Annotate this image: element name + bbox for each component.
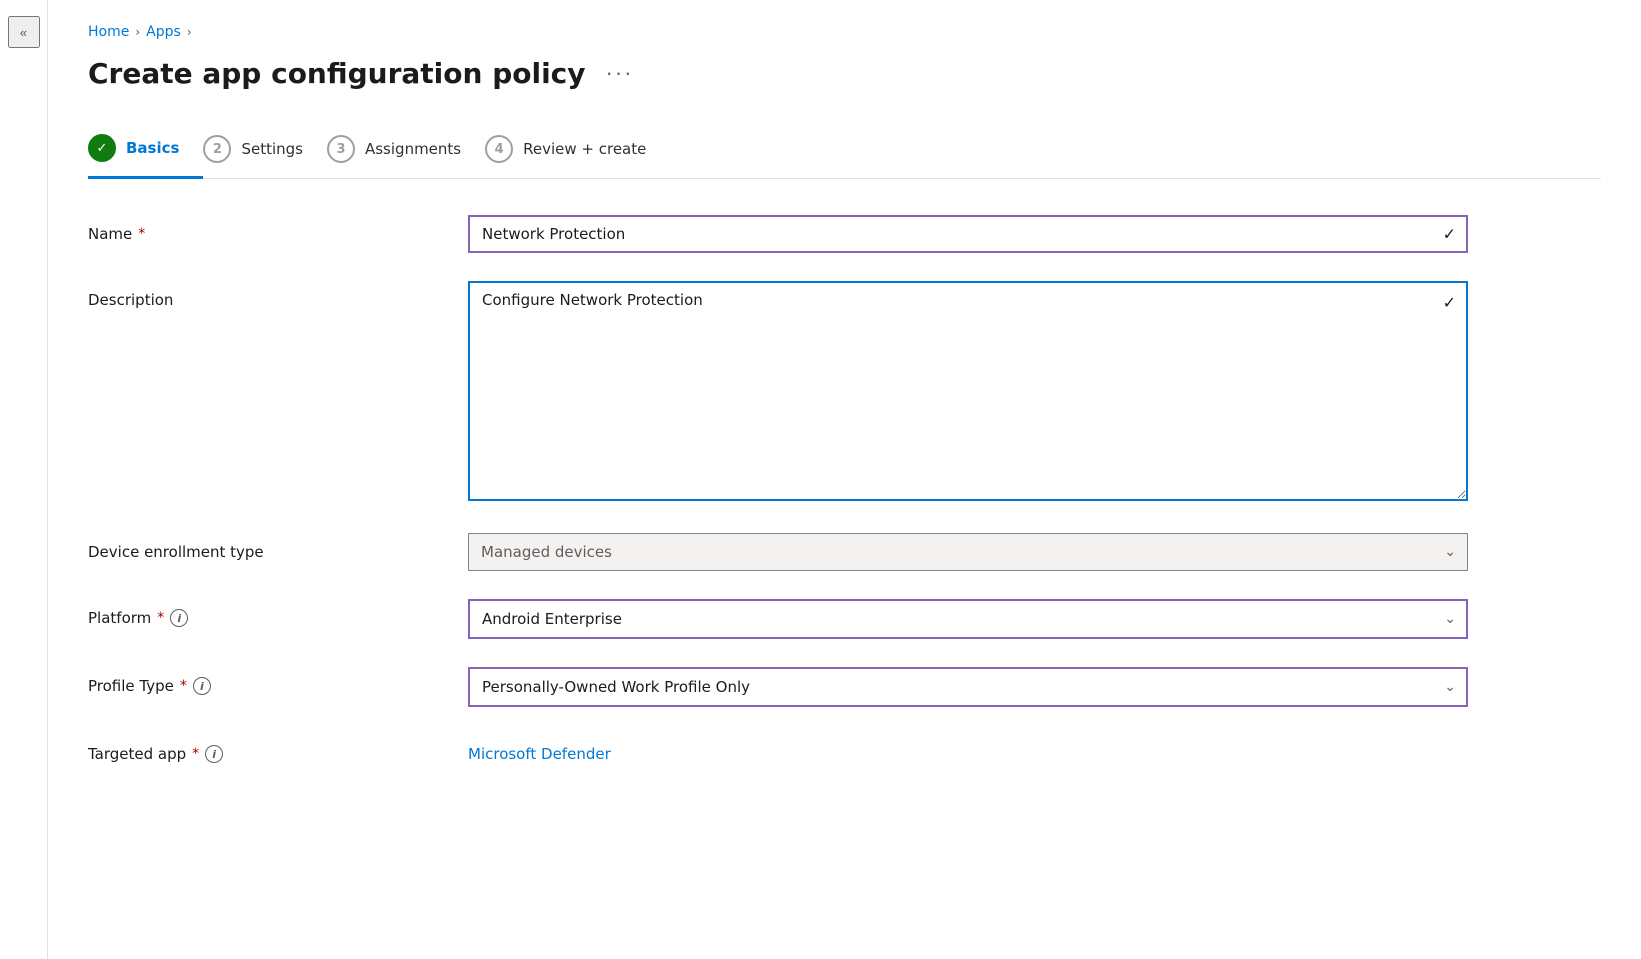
platform-required-indicator: * bbox=[157, 610, 164, 626]
description-check-icon bbox=[1443, 293, 1456, 312]
description-input[interactable]: Configure Network Protection bbox=[468, 281, 1468, 501]
targeted-app-control: Microsoft Defender bbox=[468, 735, 1468, 763]
platform-select[interactable]: Android Enterprise iOS/iPadOS Android de… bbox=[468, 599, 1468, 639]
breadcrumb-sep-2: › bbox=[187, 25, 192, 39]
breadcrumb: Home › Apps › bbox=[88, 24, 1601, 40]
step-basics[interactable]: ✓ Basics bbox=[88, 122, 203, 179]
device-enrollment-select[interactable]: Managed devices Managed apps bbox=[468, 533, 1468, 571]
targeted-app-required-indicator: * bbox=[192, 746, 199, 762]
device-enrollment-control: Managed devices Managed apps ⌄ bbox=[468, 533, 1468, 571]
device-enrollment-select-wrapper: Managed devices Managed apps ⌄ bbox=[468, 533, 1468, 571]
breadcrumb-apps[interactable]: Apps bbox=[146, 24, 181, 40]
name-check-icon bbox=[1443, 225, 1456, 244]
profile-type-control: Personally-Owned Work Profile Only All P… bbox=[468, 667, 1468, 707]
breadcrumb-sep-1: › bbox=[135, 25, 140, 39]
page-title: Create app configuration policy bbox=[88, 57, 586, 90]
name-label: Name * bbox=[88, 215, 468, 243]
platform-control: Android Enterprise iOS/iPadOS Android de… bbox=[468, 599, 1468, 639]
targeted-app-label: Targeted app * i bbox=[88, 735, 468, 763]
device-enrollment-row: Device enrollment type Managed devices M… bbox=[88, 533, 1468, 571]
name-row: Name * bbox=[88, 215, 1468, 253]
breadcrumb-home[interactable]: Home bbox=[88, 24, 129, 40]
description-textarea-wrapper: Configure Network Protection bbox=[468, 281, 1468, 505]
step-circle-basics: ✓ bbox=[88, 134, 116, 162]
step-assignments[interactable]: 3 Assignments bbox=[327, 123, 485, 177]
targeted-app-info-icon[interactable]: i bbox=[205, 745, 223, 763]
profile-type-select-wrapper: Personally-Owned Work Profile Only All P… bbox=[468, 667, 1468, 707]
platform-row: Platform * i Android Enterprise iOS/iPad… bbox=[88, 599, 1468, 639]
targeted-app-row: Targeted app * i Microsoft Defender bbox=[88, 735, 1468, 763]
step-label-basics: Basics bbox=[126, 139, 179, 157]
step-review[interactable]: 4 Review + create bbox=[485, 123, 670, 177]
platform-info-icon[interactable]: i bbox=[170, 609, 188, 627]
name-required-indicator: * bbox=[138, 226, 145, 242]
step-circle-settings: 2 bbox=[203, 135, 231, 163]
name-control bbox=[468, 215, 1468, 253]
name-input-wrapper bbox=[468, 215, 1468, 253]
more-options-button[interactable]: ··· bbox=[598, 56, 642, 90]
wizard-steps: ✓ Basics 2 Settings 3 Assignments 4 Revi… bbox=[88, 122, 1601, 179]
description-control: Configure Network Protection bbox=[468, 281, 1468, 505]
profile-type-info-icon[interactable]: i bbox=[193, 677, 211, 695]
name-input[interactable] bbox=[468, 215, 1468, 253]
page-title-row: Create app configuration policy ··· bbox=[88, 56, 1601, 90]
sidebar-collapse-button[interactable]: « bbox=[8, 16, 40, 48]
step-label-review: Review + create bbox=[523, 140, 646, 158]
description-row: Description Configure Network Protection bbox=[88, 281, 1468, 505]
main-content: Home › Apps › Create app configuration p… bbox=[48, 0, 1641, 959]
profile-type-row: Profile Type * i Personally-Owned Work P… bbox=[88, 667, 1468, 707]
profile-type-required-indicator: * bbox=[180, 678, 187, 694]
collapse-icon: « bbox=[20, 25, 27, 40]
step-circle-review: 4 bbox=[485, 135, 513, 163]
profile-type-select[interactable]: Personally-Owned Work Profile Only All P… bbox=[468, 667, 1468, 707]
step-label-assignments: Assignments bbox=[365, 140, 461, 158]
step-label-settings: Settings bbox=[241, 140, 303, 158]
profile-type-label: Profile Type * i bbox=[88, 667, 468, 695]
description-label: Description bbox=[88, 281, 468, 309]
step-settings[interactable]: 2 Settings bbox=[203, 123, 327, 177]
platform-select-wrapper: Android Enterprise iOS/iPadOS Android de… bbox=[468, 599, 1468, 639]
targeted-app-link[interactable]: Microsoft Defender bbox=[468, 735, 611, 763]
platform-label: Platform * i bbox=[88, 599, 468, 627]
sidebar: « bbox=[0, 0, 48, 959]
step-circle-assignments: 3 bbox=[327, 135, 355, 163]
form-section: Name * Description Configure Network Pro… bbox=[88, 215, 1468, 763]
device-enrollment-label: Device enrollment type bbox=[88, 533, 468, 561]
